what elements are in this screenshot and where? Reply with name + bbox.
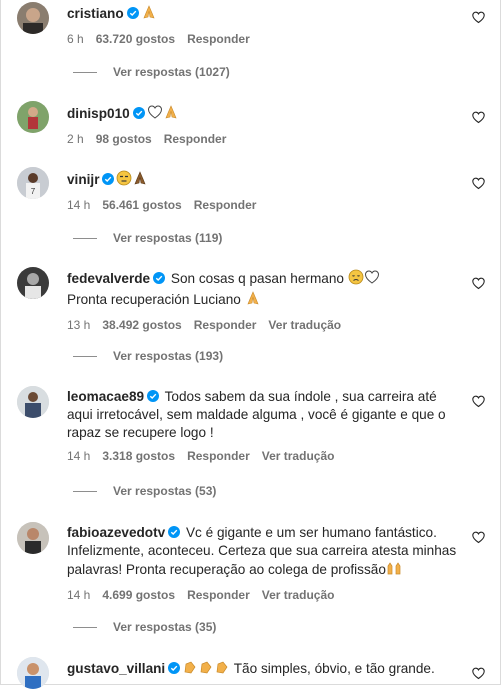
comment-text-line1: Todos sabem da sua índole , sua carreira… [164,389,437,404]
reply-button[interactable]: Responder [187,449,250,463]
avatar[interactable] [17,522,49,554]
comment-time: 2 h [67,132,84,146]
heart-outline-icon[interactable] [472,177,485,190]
translate-button[interactable]: Ver tradução [268,318,341,332]
comment-text-line2: Pronta recuperación Luciano [67,292,241,307]
comment-text-line3: palavras! Pronta recuperação ao colega d… [67,562,386,577]
comment-text: Tão simples, óbvio, e tão grande. [233,661,435,676]
divider-line [73,491,97,493]
clapping-hands-emoji [198,659,214,680]
heart-outline-icon[interactable] [472,395,485,408]
white-heart-emoji [147,104,163,125]
view-replies-label: Ver respostas (53) [113,484,217,498]
verified-badge-icon [102,173,115,185]
comment-text-line2: aqui irretocável, sem maldade alguma , v… [67,407,446,422]
divider-line [73,627,97,629]
comment-time: 13 h [67,318,91,332]
comment-likes[interactable]: 63.720 gostos [96,32,175,46]
heart-outline-icon[interactable] [472,111,485,124]
comment-username[interactable]: fedevalverde [67,271,150,286]
comment-text-line1: Vc é gigante e um ser humano fantástico. [185,525,437,540]
unamused-face-emoji [116,170,132,191]
view-replies-button[interactable]: Ver respostas (119) [73,231,222,245]
comment-username[interactable]: dinisp010 [67,106,130,121]
avatar[interactable] [17,657,49,689]
view-replies-label: Ver respostas (193) [113,349,224,363]
praying-hands-emoji [245,290,261,311]
comment-time: 14 h [67,588,91,602]
comment-username[interactable]: leomacae89 [67,389,144,404]
verified-badge-icon [168,526,181,538]
raised-hands-emoji [386,560,402,581]
comment-text: Son cosas q pasan hermano [170,271,344,286]
comment-username[interactable]: vinijr [67,172,99,187]
heart-outline-icon[interactable] [472,531,485,544]
verified-badge-icon [147,390,160,402]
translate-button[interactable]: Ver tradução [262,449,335,463]
view-replies-button[interactable]: Ver respostas (1027) [73,65,230,79]
comment-username[interactable]: fabioazevedotv [67,525,165,540]
svg-text:7: 7 [31,187,36,196]
disappointed-face-emoji [348,269,364,290]
heart-outline-icon[interactable] [472,11,485,24]
verified-badge-icon [132,107,145,119]
divider-line [73,238,97,240]
comment-time: 14 h [67,198,91,212]
comment-username[interactable]: gustavo_villani [67,661,165,676]
reply-button[interactable]: Responder [194,318,257,332]
reply-button[interactable]: Responder [187,588,250,602]
reply-button[interactable]: Responder [164,132,227,146]
view-replies-label: Ver respostas (1027) [113,65,230,79]
translate-button[interactable]: Ver tradução [262,588,335,602]
comment-likes[interactable]: 98 gostos [96,132,152,146]
heart-outline-icon[interactable] [472,667,485,680]
avatar[interactable] [17,386,49,418]
view-replies-button[interactable]: Ver respostas (193) [73,349,223,363]
verified-badge-icon [126,7,139,19]
view-replies-label: Ver respostas (119) [113,231,223,245]
avatar[interactable] [17,2,49,34]
comment-username[interactable]: cristiano [67,6,124,21]
white-heart-emoji [364,269,380,290]
avatar[interactable]: 7 [17,167,49,199]
comment-likes[interactable]: 3.318 gostos [102,449,175,463]
comment-likes[interactable]: 38.492 gostos [102,318,181,332]
divider-line [73,356,97,358]
avatar[interactable] [17,101,49,133]
clapping-hands-emoji [182,659,198,680]
view-replies-button[interactable]: Ver respostas (35) [73,620,216,634]
comment-likes[interactable]: 4.699 gostos [102,588,175,602]
praying-hands-emoji [163,104,179,125]
comment-text-line3: rapaz se recupere logo ! [67,425,214,440]
reply-button[interactable]: Responder [194,198,257,212]
reply-button[interactable]: Responder [187,32,250,46]
avatar[interactable] [17,267,49,299]
comment-time: 6 h [67,32,84,46]
view-replies-button[interactable]: Ver respostas (53) [73,484,216,498]
comment-likes[interactable]: 56.461 gostos [102,198,181,212]
clapping-hands-emoji [214,659,230,680]
praying-hands-emoji [141,4,157,25]
comment-text-line2: Infelizmente, aconteceu. Certeza que sua… [67,543,457,558]
view-replies-label: Ver respostas (35) [113,620,217,634]
heart-outline-icon[interactable] [472,277,485,290]
praying-hands-emoji [132,170,148,191]
comment-time: 14 h [67,449,91,463]
verified-badge-icon [168,662,181,674]
verified-badge-icon [153,272,166,284]
divider-line [73,72,97,74]
